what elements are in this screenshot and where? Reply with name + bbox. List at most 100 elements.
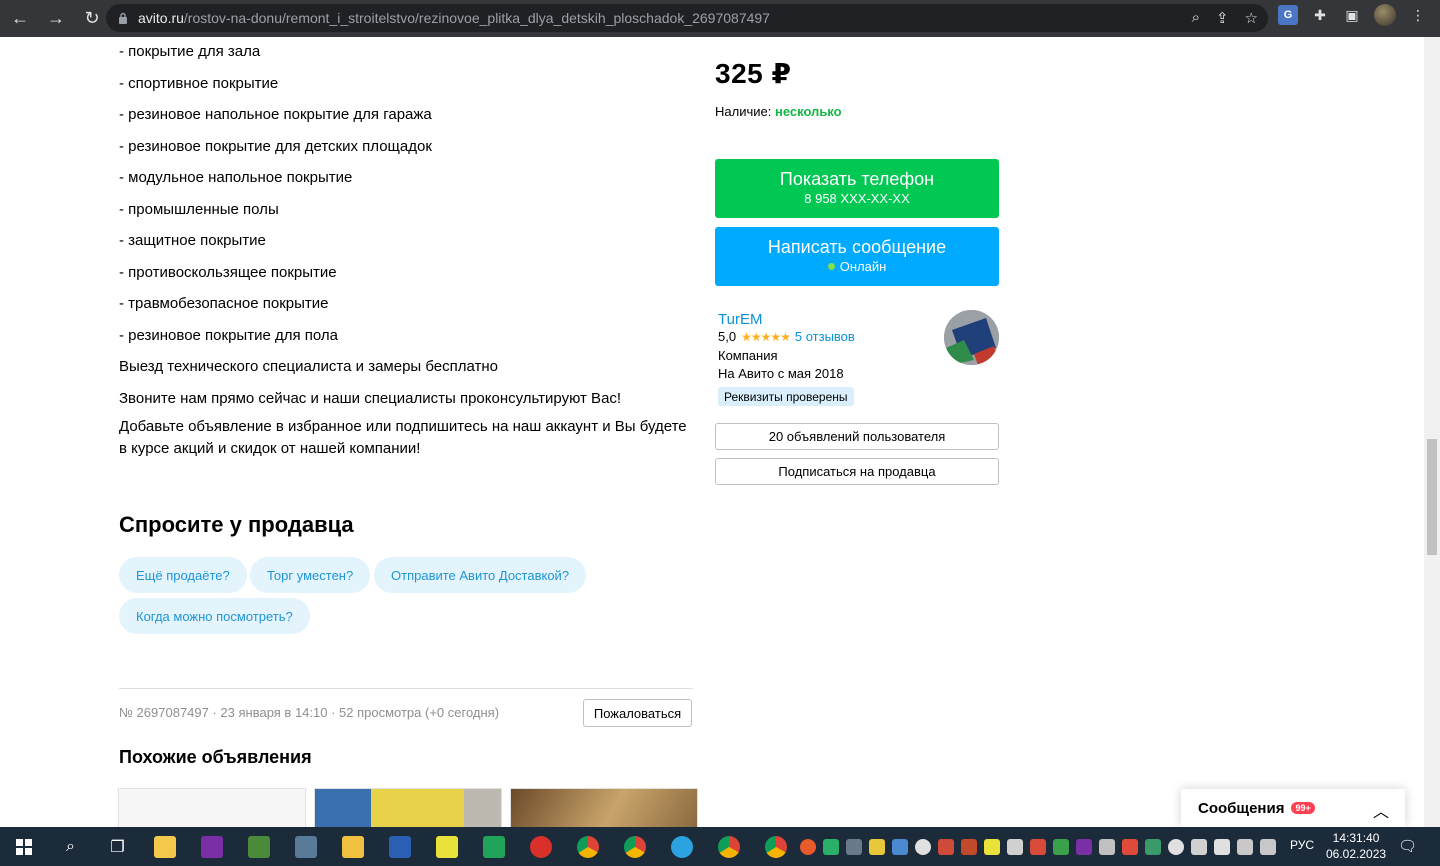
availability: Наличие: несколько — [715, 104, 842, 119]
subscribe-seller-button[interactable]: Подписаться на продавца — [715, 458, 999, 485]
chip-still-selling[interactable]: Ещё продаёте? — [119, 557, 247, 593]
phone-masked: 8 958 XXX-XX-XX — [804, 191, 910, 206]
taskbar-app-icon[interactable] — [141, 827, 188, 866]
input-language[interactable]: РУС — [1290, 838, 1314, 852]
tray-app-icon[interactable] — [800, 838, 816, 855]
share-icon[interactable]: ⇪ — [1216, 9, 1229, 27]
description-line: - модульное напольное покрытие — [119, 169, 353, 186]
ask-seller-title: Спросите у продавца — [119, 512, 354, 537]
url-text: avito.ru/rostov-na-donu/remont_i_stroite… — [138, 10, 770, 26]
tray-app-icon[interactable] — [1053, 838, 1069, 855]
tray-app-icon[interactable] — [1030, 838, 1046, 855]
sheets-icon[interactable] — [470, 827, 517, 866]
tray-app-icon[interactable] — [1099, 838, 1115, 855]
onenote-icon[interactable] — [188, 827, 235, 866]
chrome-icon[interactable] — [564, 827, 611, 866]
description-line: - травмобезопасное покрытие — [119, 295, 329, 312]
notifications-icon[interactable]: 🗨 — [1398, 837, 1417, 855]
description-line: - резиновое напольное покрытие для гараж… — [119, 106, 432, 123]
menu-kebab-icon[interactable]: ⋮ — [1408, 5, 1428, 25]
seller-listings-button[interactable]: 20 объявлений пользователя — [715, 423, 999, 450]
url-path: /rostov-na-donu/remont_i_stroitelstvo/re… — [183, 10, 770, 26]
telegram-icon[interactable] — [658, 827, 705, 866]
browser-toolbar: ← → ↻ avito.ru/rostov-na-donu/remont_i_s… — [0, 0, 1440, 37]
tray-app-icon[interactable] — [1122, 838, 1138, 855]
wifi-icon[interactable] — [1237, 838, 1253, 855]
profile-avatar-icon[interactable] — [1374, 4, 1396, 26]
tray-app-icon[interactable] — [823, 838, 839, 855]
clock[interactable]: 14:31:40 06.02.2023 — [1326, 830, 1386, 862]
chip-bargain[interactable]: Торг уместен? — [250, 557, 371, 593]
side-panel-icon[interactable]: ▣ — [1342, 5, 1362, 25]
description-line: Выезд технического специалиста и замеры … — [119, 358, 499, 375]
tray-app-icon[interactable] — [869, 838, 885, 855]
write-message-label: Написать сообщение — [767, 237, 947, 257]
seller-avatar[interactable] — [944, 310, 999, 365]
forward-icon[interactable]: → — [40, 3, 72, 35]
messages-panel[interactable]: Сообщения 99+ ︿ — [1181, 789, 1405, 827]
similar-thumbnail[interactable] — [510, 788, 698, 827]
chrome-icon[interactable] — [752, 827, 799, 866]
tray-app-icon[interactable] — [961, 838, 977, 855]
tray-app-icon[interactable] — [915, 838, 931, 855]
reviews-link[interactable]: 5 отзывов — [795, 329, 855, 344]
page-scrollbar[interactable] — [1424, 37, 1440, 827]
description-line: - спортивное покрытие — [119, 75, 279, 92]
availability-label: Наличие: — [715, 104, 772, 119]
chevron-up-icon[interactable]: ︿ — [1373, 798, 1389, 822]
tray-app-icon[interactable] — [1076, 838, 1092, 855]
url-host: avito.ru — [138, 10, 184, 26]
description-line: - покрытие для зала — [119, 43, 261, 60]
tray-app-icon[interactable] — [1007, 838, 1023, 855]
description-line: - резиновое покрытие для пола — [119, 327, 338, 344]
chrome-icon[interactable] — [611, 827, 658, 866]
description-line: - защитное покрытие — [119, 232, 266, 249]
tray-app-icon[interactable] — [938, 838, 954, 855]
taskbar-app-icon[interactable] — [517, 827, 564, 866]
page-content: - покрытие для зала - спортивное покрытие… — [0, 37, 1424, 827]
seller-rating: 5,0 ★★★★★ 5 отзывов — [718, 329, 855, 344]
lock-icon — [119, 12, 127, 24]
tray-app-icon[interactable] — [892, 838, 908, 855]
translate-extension-icon[interactable]: G — [1278, 5, 1298, 25]
write-message-button[interactable]: Написать сообщение Онлайн — [715, 227, 999, 286]
similar-title: Похожие объявления — [119, 747, 312, 767]
show-phone-label: Показать телефон — [779, 169, 935, 189]
scrollbar-thumb[interactable] — [1427, 439, 1437, 555]
reload-icon[interactable]: ↻ — [76, 3, 108, 35]
show-phone-button[interactable]: Показать телефон 8 958 XXX-XX-XX — [715, 159, 999, 218]
sticky-notes-icon[interactable] — [423, 827, 470, 866]
tray-app-icon[interactable] — [1168, 838, 1184, 855]
search-icon[interactable]: ⌕ — [47, 827, 94, 866]
bookmark-star-icon[interactable]: ☆ — [1245, 9, 1258, 27]
description-line: - резиновое покрытие для детских площадо… — [119, 138, 432, 155]
back-icon[interactable]: ← — [4, 3, 36, 35]
chip-when-view[interactable]: Когда можно посмотреть? — [119, 598, 310, 634]
description-line: Звоните нам прямо сейчас и наши специали… — [119, 390, 622, 407]
tray-app-icon[interactable] — [1145, 838, 1161, 855]
keyboard-icon[interactable] — [1214, 838, 1230, 855]
address-bar[interactable]: avito.ru/rostov-na-donu/remont_i_stroite… — [106, 4, 1268, 32]
seller-type: Компания — [718, 348, 778, 363]
chip-delivery[interactable]: Отправите Авито Доставкой? — [374, 557, 587, 593]
tray-app-icon[interactable] — [846, 838, 862, 855]
tray-app-icon[interactable] — [984, 838, 1000, 855]
task-view-icon[interactable]: ❐ — [94, 827, 141, 866]
file-explorer-icon[interactable] — [329, 827, 376, 866]
taskbar-app-icon[interactable] — [235, 827, 282, 866]
similar-thumbnail[interactable] — [314, 788, 502, 827]
word-icon[interactable] — [376, 827, 423, 866]
complain-button[interactable]: Пожаловаться — [583, 699, 692, 727]
volume-icon[interactable] — [1260, 838, 1276, 855]
clock-time: 14:31:40 — [1332, 831, 1380, 845]
listing-meta: № 2697087497 · 23 января в 14:10 · 52 пр… — [119, 705, 500, 720]
seller-name-link[interactable]: TurEM — [718, 311, 762, 328]
extensions-puzzle-icon[interactable]: ✚ — [1310, 5, 1330, 25]
similar-thumbnail[interactable] — [118, 788, 306, 827]
chrome-icon[interactable] — [705, 827, 752, 866]
taskbar-app-icon[interactable] — [282, 827, 329, 866]
seller-avatar-image — [944, 310, 999, 365]
battery-icon[interactable] — [1191, 838, 1207, 855]
zoom-icon[interactable]: ⌕ — [1192, 9, 1200, 27]
windows-start-icon[interactable] — [0, 827, 47, 866]
